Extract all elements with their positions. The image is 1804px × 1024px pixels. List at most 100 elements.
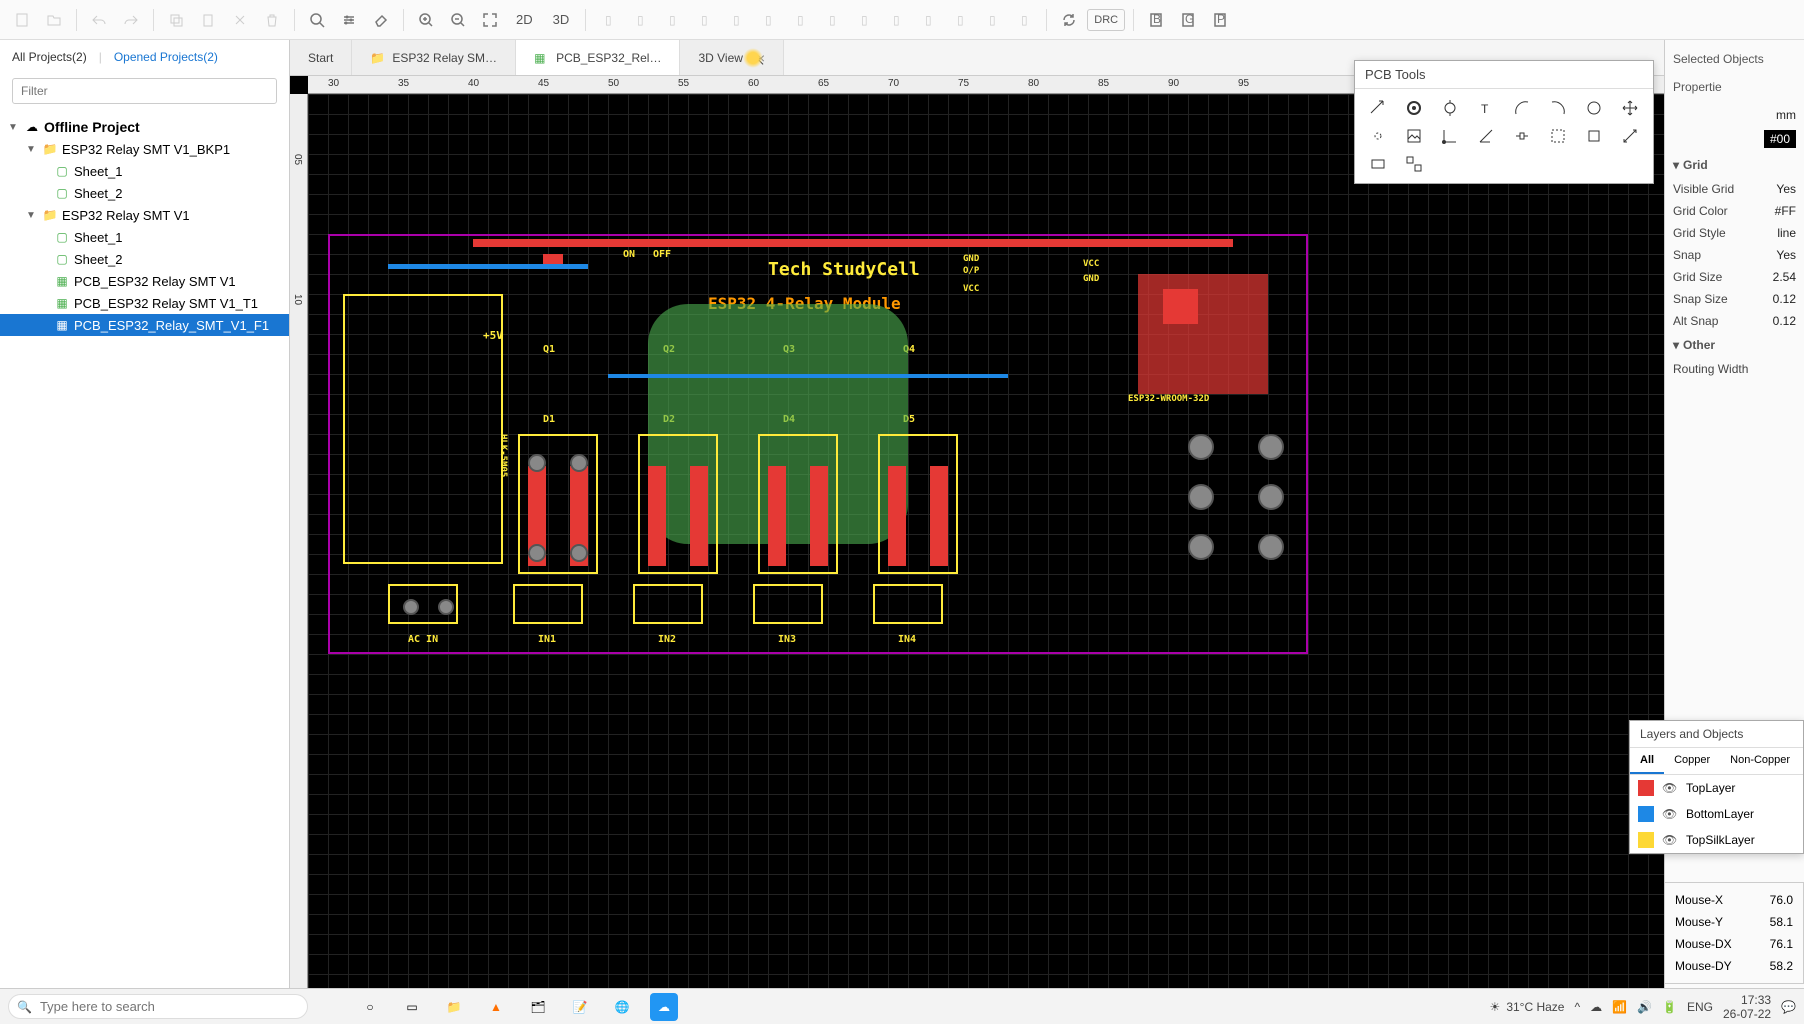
cut-icon[interactable] [226, 6, 254, 34]
tree-item[interactable]: ▢Sheet_1 [0, 226, 289, 248]
tree-item[interactable]: ▢Sheet_2 [0, 182, 289, 204]
eraser-icon[interactable] [367, 6, 395, 34]
copper-area-icon[interactable] [1541, 123, 1575, 149]
cortana-icon[interactable]: ○ [356, 993, 384, 1021]
solid-region-icon[interactable] [1577, 123, 1611, 149]
settings-icon[interactable] [335, 6, 363, 34]
onedrive-icon[interactable]: ☁ [1590, 1000, 1602, 1014]
tree-item-selected[interactable]: ▦PCB_ESP32_Relay_SMT_V1_F1 [0, 314, 289, 336]
undo-icon[interactable] [85, 6, 113, 34]
layers-panel[interactable]: Layers and Objects All Copper Non-Copper… [1629, 720, 1804, 854]
image-tool-icon[interactable] [1397, 123, 1431, 149]
ungroup-icon[interactable]: ▯ [1010, 6, 1038, 34]
battery-icon[interactable]: 🔋 [1662, 1000, 1677, 1014]
align-grid-icon[interactable]: ▯ [850, 6, 878, 34]
flip-v-icon[interactable]: ▯ [914, 6, 942, 34]
tree-item[interactable]: ▢Sheet_1 [0, 160, 289, 182]
other-section[interactable]: ▾Other [1673, 332, 1796, 358]
align-center-icon[interactable]: ▯ [626, 6, 654, 34]
tree-item[interactable]: ▦PCB_ESP32 Relay SMT V1_T1 [0, 292, 289, 314]
export-bom-icon[interactable]: B [1142, 6, 1170, 34]
measure-tool-icon[interactable] [1613, 123, 1647, 149]
group-icon[interactable]: ▯ [978, 6, 1006, 34]
circle-tool-icon[interactable] [1577, 95, 1611, 121]
wifi-icon[interactable]: 📶 [1612, 1000, 1627, 1014]
tree-item[interactable]: ▦PCB_ESP32 Relay SMT V1 [0, 270, 289, 292]
taskbar-search[interactable]: 🔍 [8, 994, 308, 1019]
delete-icon[interactable] [258, 6, 286, 34]
paste-icon[interactable] [194, 6, 222, 34]
doc-tab-pcb[interactable]: ▦PCB_ESP32_Rel… [516, 40, 680, 75]
weather-widget[interactable]: ☀31°C Haze [1490, 1000, 1565, 1014]
view-2d-button[interactable]: 2D [508, 8, 541, 31]
filter-input[interactable] [12, 78, 277, 104]
group-tool-icon[interactable] [1397, 151, 1431, 177]
distribute-h-icon[interactable]: ▯ [786, 6, 814, 34]
layer-row[interactable]: 👁TopSilkLayer [1630, 827, 1803, 853]
chrome-icon[interactable]: 🌐 [608, 993, 636, 1021]
clock-time[interactable]: 17:33 [1723, 993, 1771, 1007]
prop-value[interactable]: Yes [1776, 248, 1796, 262]
protractor-tool-icon[interactable] [1469, 123, 1503, 149]
copy-icon[interactable] [162, 6, 190, 34]
arc2-tool-icon[interactable] [1541, 95, 1575, 121]
eye-icon[interactable]: 👁 [1662, 807, 1678, 821]
move-tool-icon[interactable] [1613, 95, 1647, 121]
new-icon[interactable] [8, 6, 36, 34]
pcb-canvas[interactable]: 30 35 40 45 50 55 60 65 70 75 80 85 90 9… [290, 76, 1664, 988]
vlc-icon[interactable]: ▲ [482, 993, 510, 1021]
pcb-tools-panel[interactable]: PCB Tools T [1354, 60, 1654, 184]
text-tool-icon[interactable]: T [1469, 95, 1503, 121]
rect-tool-icon[interactable] [1361, 151, 1395, 177]
zoom-in-icon[interactable] [412, 6, 440, 34]
export-pick-icon[interactable]: P [1206, 6, 1234, 34]
align-top-icon[interactable]: ▯ [690, 6, 718, 34]
eye-icon[interactable]: 👁 [1662, 833, 1678, 847]
drc-button[interactable]: DRC [1087, 9, 1125, 31]
redo-icon[interactable] [117, 6, 145, 34]
language-indicator[interactable]: ENG [1687, 1000, 1713, 1014]
rotate-icon[interactable]: ▯ [946, 6, 974, 34]
prop-value[interactable]: 0.12 [1773, 292, 1796, 306]
connect-pad-icon[interactable] [1505, 123, 1539, 149]
doc-tab-3dview[interactable]: 3D View↖× [680, 40, 784, 75]
distribute-v-icon[interactable]: ▯ [818, 6, 846, 34]
prop-value[interactable]: Yes [1776, 182, 1796, 196]
doc-tab-project[interactable]: 📁ESP32 Relay SM… [352, 40, 516, 75]
flip-h-icon[interactable]: ▯ [882, 6, 910, 34]
prop-value[interactable]: 0.12 [1773, 314, 1796, 328]
eye-icon[interactable]: 👁 [1662, 781, 1678, 795]
open-icon[interactable] [40, 6, 68, 34]
tree-root[interactable]: ▼ ☁ Offline Project [0, 116, 289, 138]
view-3d-button[interactable]: 3D [545, 8, 578, 31]
canvas-origin-icon[interactable] [1433, 123, 1467, 149]
tree-item[interactable]: ▼📁ESP32 Relay SMT V1 [0, 204, 289, 226]
layer-tab-all[interactable]: All [1630, 748, 1664, 774]
layer-row[interactable]: 👁BottomLayer [1630, 801, 1803, 827]
tree-item[interactable]: ▢Sheet_2 [0, 248, 289, 270]
layer-tab-noncopper[interactable]: Non-Copper [1720, 748, 1800, 774]
export-gerber-icon[interactable]: G [1174, 6, 1202, 34]
all-projects-tab[interactable]: All Projects(2) [12, 50, 87, 64]
pad-tool-icon[interactable] [1397, 95, 1431, 121]
refresh-icon[interactable] [1055, 6, 1083, 34]
grid-section[interactable]: ▾Grid [1673, 152, 1796, 178]
cloud-app-icon[interactable]: ☁ [650, 993, 678, 1021]
clock-date[interactable]: 26-07-22 [1723, 1007, 1771, 1021]
opened-projects-tab[interactable]: Opened Projects(2) [114, 50, 218, 64]
explorer-icon[interactable]: 📁 [440, 993, 468, 1021]
align-right-icon[interactable]: ▯ [658, 6, 686, 34]
align-bottom-icon[interactable]: ▯ [754, 6, 782, 34]
layer-tab-copper[interactable]: Copper [1664, 748, 1720, 774]
color-value[interactable]: #00 [1764, 130, 1796, 148]
align-left-icon[interactable]: ▯ [594, 6, 622, 34]
tree-item[interactable]: ▼📁ESP32 Relay SMT V1_BKP1 [0, 138, 289, 160]
layer-row[interactable]: 👁TopLayer [1630, 775, 1803, 801]
search-icon[interactable] [303, 6, 331, 34]
tray-chevron-icon[interactable]: ^ [1574, 1000, 1580, 1014]
prop-value[interactable]: #FF [1775, 204, 1796, 218]
via-tool-icon[interactable] [1433, 95, 1467, 121]
notification-icon[interactable]: 💬 [1781, 1000, 1796, 1014]
doc-tab-start[interactable]: Start [290, 40, 352, 75]
zoom-out-icon[interactable] [444, 6, 472, 34]
